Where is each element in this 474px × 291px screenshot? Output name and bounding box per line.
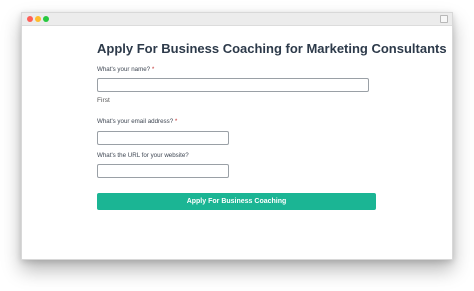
url-label: What's the URL for your website? [97, 152, 189, 159]
zoom-window-button[interactable] [43, 16, 49, 22]
name-first-sublabel: First [97, 97, 110, 104]
minimize-window-button[interactable] [35, 16, 41, 22]
website-url-input[interactable] [97, 164, 229, 178]
name-required-mark: * [151, 66, 155, 73]
name-first-input[interactable] [97, 78, 369, 92]
email-label: What's your email address? * [97, 118, 177, 125]
email-required-mark: * [174, 118, 178, 125]
close-window-button[interactable] [27, 16, 33, 22]
email-input[interactable] [97, 131, 229, 145]
email-label-text: What's your email address? [97, 118, 174, 125]
browser-window: Apply For Business Coaching for Marketin… [21, 12, 453, 260]
page-title: Apply For Business Coaching for Marketin… [97, 41, 447, 56]
expand-icon[interactable] [440, 15, 448, 23]
name-label: What's your name? * [97, 66, 154, 73]
form-page: Apply For Business Coaching for Marketin… [22, 25, 452, 259]
url-label-text: What's the URL for your website? [97, 152, 189, 159]
apply-button[interactable]: Apply For Business Coaching [97, 193, 376, 210]
name-label-text: What's your name? [97, 66, 151, 73]
